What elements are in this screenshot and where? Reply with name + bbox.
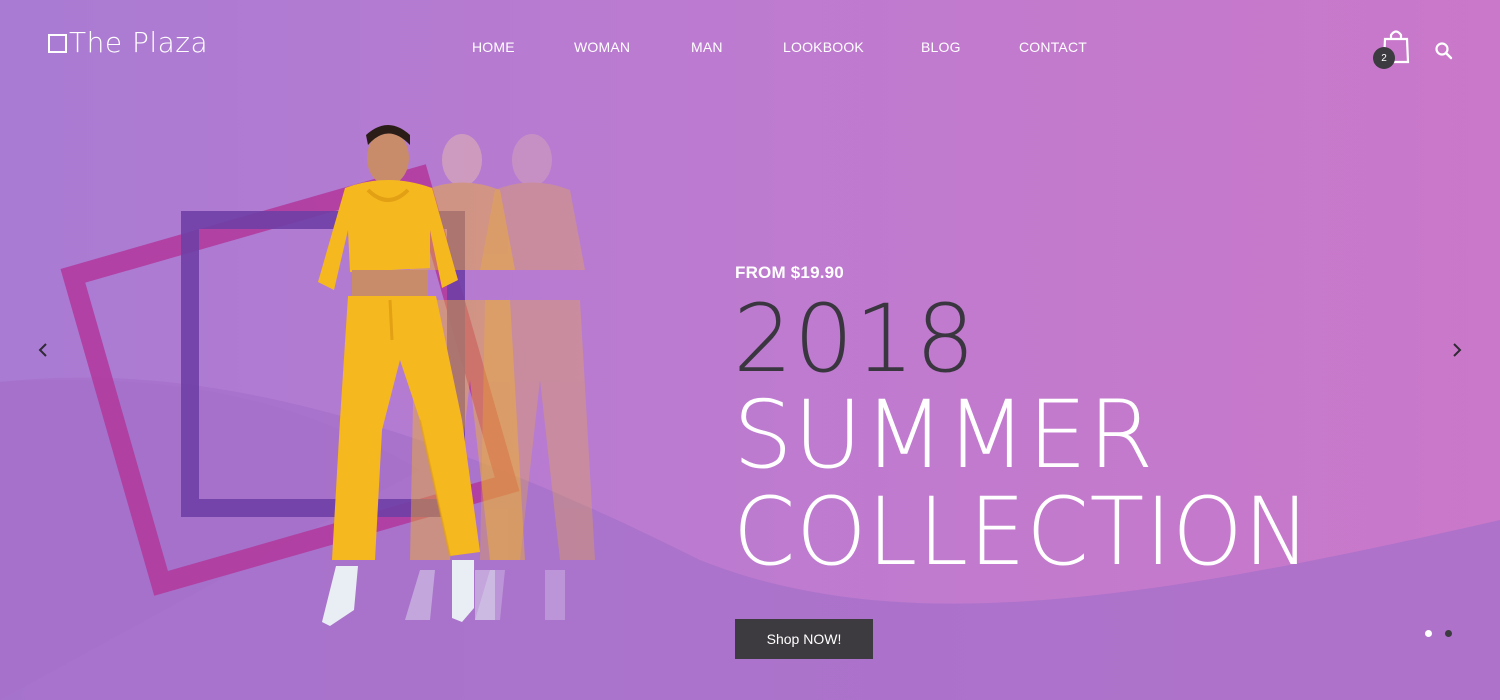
cart-count-badge: 2 (1373, 47, 1395, 69)
chevron-right-icon[interactable] (1446, 340, 1466, 360)
nav-item-woman[interactable]: WOMAN (574, 39, 630, 55)
nav-item-lookbook[interactable]: LOOKBOOK (783, 39, 864, 55)
shop-now-button[interactable]: Shop NOW! (735, 619, 873, 659)
slider-pagination (1425, 630, 1452, 637)
nav-item-home[interactable]: HOME (472, 39, 515, 55)
slider-dot-2[interactable] (1445, 630, 1452, 637)
slide-year: 2018 (733, 285, 977, 394)
nav-item-contact[interactable]: CONTACT (1019, 39, 1087, 55)
slider-dot-1[interactable] (1425, 630, 1432, 637)
nav-item-blog[interactable]: BLOG (921, 39, 961, 55)
nav-item-man[interactable]: MAN (691, 39, 723, 55)
brand-name: The Plaza (69, 26, 209, 59)
chevron-left-icon[interactable] (34, 340, 54, 360)
slide-headline-line-2: COLLECTION (733, 478, 1312, 587)
brand-logo[interactable]: The Plaza (48, 26, 208, 59)
slide-headline-line-1: SUMMER (733, 381, 1155, 490)
price-tagline: FROM $19.90 (735, 263, 844, 282)
hero-model-illustration (60, 125, 595, 626)
hero-slider: The Plaza HOME WOMAN MAN LOOKBOOK BLOG C… (0, 0, 1500, 700)
search-icon[interactable] (1434, 41, 1454, 61)
logo-square-icon (48, 34, 67, 53)
